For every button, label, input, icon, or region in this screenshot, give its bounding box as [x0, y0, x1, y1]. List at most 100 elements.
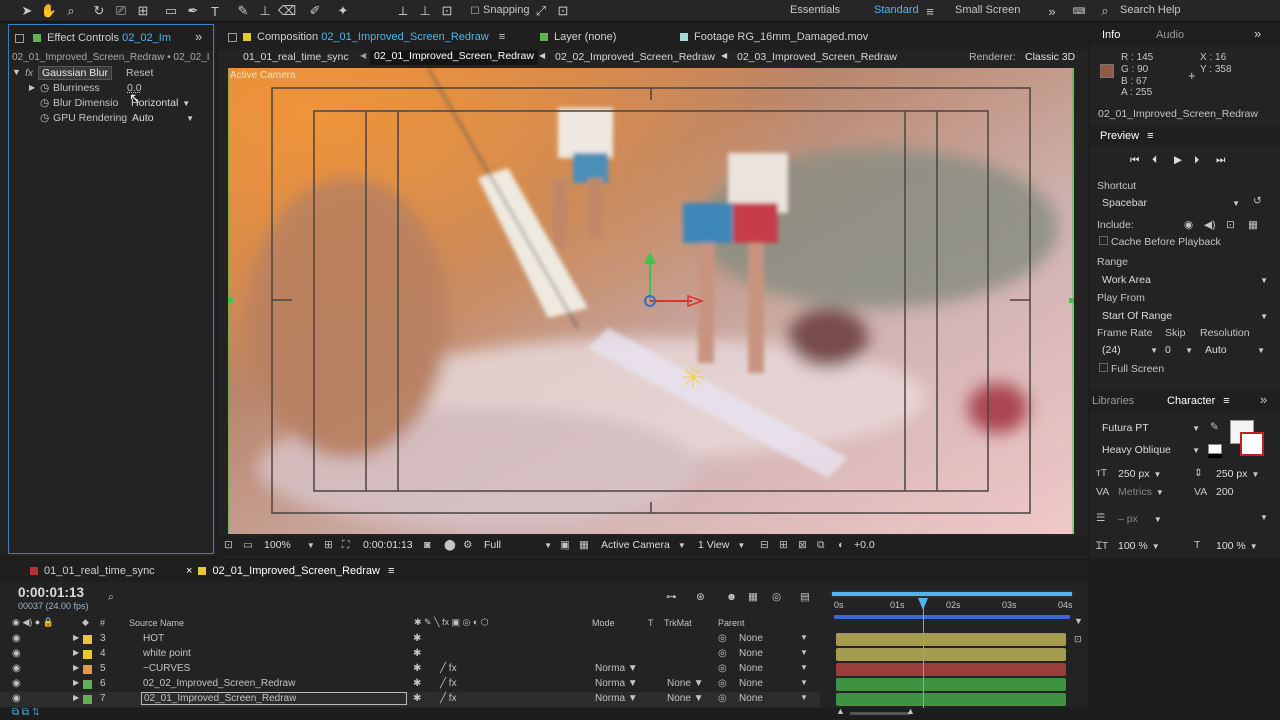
workspace-menu-icon[interactable]: ≡ [921, 2, 939, 20]
stopwatch-icon[interactable]: ◷ [40, 97, 49, 109]
next-frame-icon[interactable]: ⏵ [1194, 154, 1199, 167]
trkmat-dropdown[interactable]: None ▼ [667, 693, 704, 704]
parent-dropdown[interactable]: None [739, 663, 763, 674]
frame-blending-icon[interactable]: ▦ [748, 591, 758, 603]
workspace-standard[interactable]: Standard [874, 4, 919, 16]
keyboard-icon[interactable]: ⌨ [1070, 2, 1088, 20]
timeline-timecode[interactable]: 0:00:01:13 [18, 585, 84, 600]
clone-stamp-tool-icon[interactable]: ⊥ [256, 2, 274, 20]
layer-name[interactable]: HOT [143, 633, 164, 644]
layer-duration-bar[interactable] [836, 648, 1066, 661]
stroke-width-value[interactable]: – px ▼ [1118, 513, 1162, 525]
shy-layers-icon[interactable]: ☻ [726, 591, 737, 603]
last-frame-icon[interactable]: ⏭ [1216, 154, 1225, 167]
twirl-closed-icon[interactable]: ▶ [73, 648, 79, 657]
character-tab[interactable]: Character ≡ [1167, 395, 1230, 407]
label-color-icon[interactable] [83, 665, 92, 674]
close-icon[interactable]: × [186, 565, 192, 577]
fx-icon[interactable]: fx [25, 67, 33, 79]
mode-dropdown[interactable]: Norma ▼ [595, 693, 638, 704]
footage-tab[interactable]: Footage RG_16mm_Damaged.mov [680, 31, 868, 43]
draft-3d-icon[interactable]: ⊶ [666, 591, 677, 603]
parent-dropdown[interactable]: None [739, 633, 763, 644]
brush-tool-icon[interactable]: ✎ [234, 2, 252, 20]
parent-pickwhip-icon[interactable]: ◎ [718, 678, 727, 689]
panel-overflow-icon[interactable]: » [195, 29, 202, 44]
twirl-closed-icon[interactable]: ▶ [73, 633, 79, 642]
table-row[interactable]: ◉ ▶ 3 ✱ ◎ HOT None ▼ [0, 632, 820, 647]
layer-name[interactable]: ~CURVES [143, 663, 190, 674]
reset-icon[interactable]: ↺ [1253, 195, 1262, 207]
parent-pickwhip-icon[interactable]: ◎ [718, 633, 727, 644]
reset-button[interactable]: Reset [126, 67, 153, 79]
shortcut-dropdown[interactable]: Spacebar ▼ [1102, 197, 1240, 209]
play-from-dropdown[interactable]: Start Of Range ▼ [1102, 310, 1268, 322]
view-layout-dropdown[interactable]: 1 View ▼ [698, 539, 745, 551]
font-style-dropdown[interactable]: Heavy Oblique ▼ [1102, 444, 1200, 456]
chevron-down-icon[interactable]: ▼ [1260, 513, 1268, 522]
color-channel-icon[interactable]: ⬤ [444, 539, 456, 551]
first-frame-icon[interactable]: ⏮ [1130, 154, 1139, 167]
zoom-in-icon[interactable]: ▲ [906, 706, 915, 716]
exposure-icon[interactable]: ◐ [838, 539, 844, 551]
zoom-out-icon[interactable]: ▲ [836, 706, 845, 716]
timeline-icon[interactable]: ⊠ [798, 539, 807, 551]
shy-switch-icon[interactable]: ✱ [413, 678, 421, 689]
monitor-icon[interactable]: ▭ [243, 539, 253, 551]
safe-guides-icon[interactable]: ⊞ [324, 539, 333, 551]
shy-switch-icon[interactable]: ✱ [413, 693, 421, 704]
label-color-icon[interactable] [83, 650, 92, 659]
snapshot-icon[interactable]: ◙ [424, 539, 430, 551]
kerning-value[interactable]: Metrics ▼ [1118, 486, 1164, 498]
info-tab[interactable]: Info [1102, 29, 1120, 41]
fast-previews-icon[interactable]: ⊞ [779, 539, 788, 551]
puppet-pin-tool-icon[interactable]: ✦ [334, 2, 352, 20]
leading-value[interactable]: 250 px ▼ [1216, 468, 1259, 480]
preview-tab[interactable]: Preview ≡ [1100, 130, 1154, 142]
twirl-closed-icon[interactable]: ▶ [73, 663, 79, 672]
comp-marker-icon[interactable]: ▼ [1074, 616, 1083, 626]
label-color-icon[interactable] [83, 635, 92, 644]
selection-tool-icon[interactable]: ➤ [18, 2, 36, 20]
snap-options-icon[interactable]: ⤢ [532, 2, 550, 20]
hand-tool-icon[interactable]: ✋ [40, 2, 58, 20]
cache-checkbox[interactable] [1099, 236, 1108, 245]
include-audio-icon[interactable]: ◀) [1204, 219, 1216, 231]
black-swatch[interactable] [1208, 454, 1222, 458]
visibility-icon[interactable]: ◉ [12, 663, 21, 674]
type-tool-icon[interactable]: T [206, 2, 224, 20]
flow-item-active[interactable]: 02_01_Improved_Screen_Redraw [370, 50, 538, 65]
workspace-overflow-icon[interactable]: » [1043, 2, 1061, 20]
layer-name[interactable]: white point [143, 648, 191, 659]
close-icon[interactable] [15, 33, 24, 43]
layer-switches-icon[interactable]: ⧉ ⧉ ⇅ [12, 707, 40, 718]
parent-dropdown[interactable]: None [739, 678, 763, 689]
fx-switch-icon[interactable]: ╱ fx [440, 678, 457, 689]
visibility-icon[interactable]: ◉ [12, 678, 21, 689]
gaussian-blur-name[interactable]: Gaussian Blur [38, 66, 112, 80]
color-mgmt-icon[interactable]: ⚙ [463, 539, 472, 551]
stopwatch-icon[interactable]: ◷ [40, 112, 49, 124]
time-ruler[interactable]: 0s 01s 02s 03s 04s [830, 590, 1074, 628]
rectangle-tool-icon[interactable]: ▭ [162, 2, 180, 20]
work-area-bar[interactable] [834, 615, 1070, 619]
stroke-color-swatch[interactable] [1240, 432, 1264, 456]
visibility-icon[interactable]: ◉ [12, 693, 21, 704]
vertical-scale-value[interactable]: 100 % ▼ [1118, 540, 1160, 552]
viewer-timecode[interactable]: 0:00:01:13 [363, 539, 413, 551]
search-help-input[interactable]: Search Help [1120, 4, 1181, 16]
tracking-value[interactable]: 200 [1216, 486, 1234, 498]
shy-switch-icon[interactable]: ✱ [413, 633, 421, 644]
transparency-grid-icon[interactable]: ▦ [579, 539, 589, 551]
table-row[interactable]: ◉ ▶ 5 ✱ ◎ ~CURVES Norma ▼ ╱ fx None ▼ [0, 662, 820, 677]
twirl-open-icon[interactable]: ▼ [12, 67, 21, 77]
libraries-tab[interactable]: Libraries [1092, 395, 1134, 407]
rotate-tool-icon[interactable]: ↻ [90, 2, 108, 20]
motion-blur-icon[interactable]: ◎ [772, 591, 781, 603]
zoom-dropdown[interactable]: 100% ▼ [264, 539, 315, 551]
font-size-value[interactable]: 250 px ▼ [1118, 468, 1161, 480]
toggle-pixel-icon[interactable]: ⊟ [760, 539, 769, 551]
source-name-header[interactable]: Source Name [129, 618, 184, 628]
snapping-checkbox-icon[interactable]: ☐ [466, 2, 484, 20]
label-color-icon[interactable] [83, 695, 92, 704]
